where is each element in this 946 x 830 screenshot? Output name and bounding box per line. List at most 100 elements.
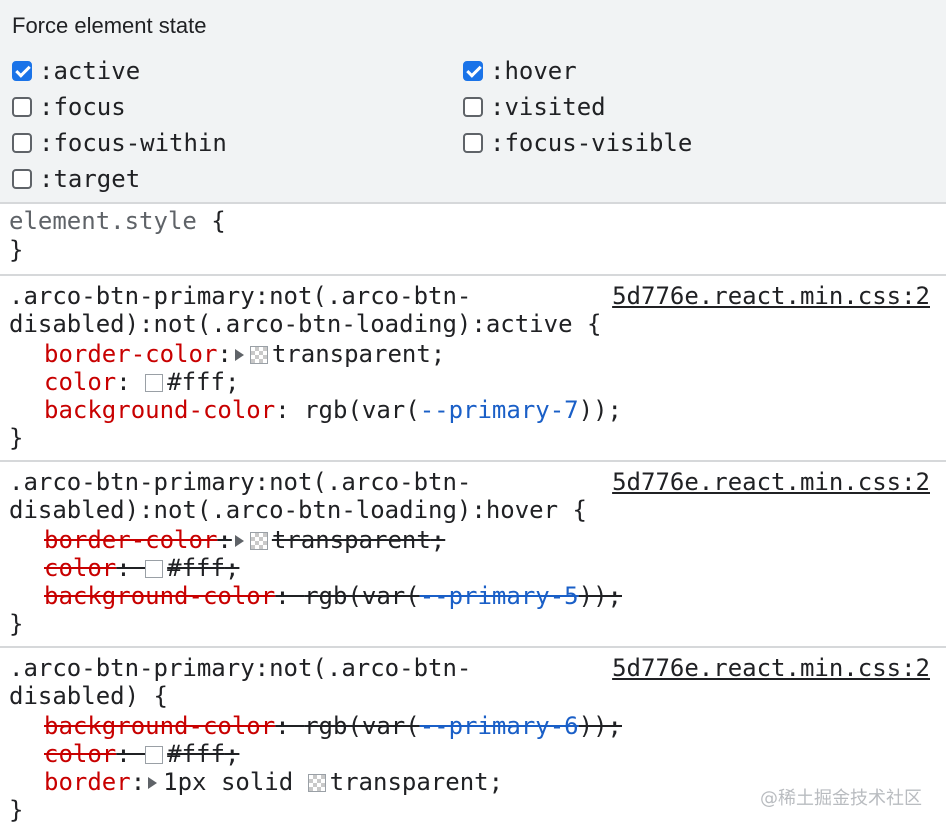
decl-value[interactable]: #fff [167, 368, 225, 396]
decl-property[interactable]: border-color [44, 526, 217, 554]
decl-property[interactable]: background-color [44, 396, 275, 424]
rule-base-source-link[interactable]: 5d776e.react.min.css:2 [612, 654, 930, 682]
decl-background-color[interactable]: background-color: rgb(var(--primary-7)); [44, 396, 622, 424]
decl-variable[interactable]: --primary-7 [420, 396, 579, 424]
decl-property[interactable]: background-color [44, 712, 275, 740]
checkbox-icon[interactable] [463, 133, 483, 153]
decl-property[interactable]: border-color [44, 340, 217, 368]
color-swatch-icon[interactable] [307, 774, 326, 792]
checkbox-checked-icon[interactable] [12, 61, 32, 81]
decl-value[interactable]: rgb(var( [304, 712, 420, 740]
force-element-state-panel: Force element state :active :hover :focu… [0, 0, 946, 204]
decl-value[interactable]: transparent [272, 526, 431, 554]
decl-colon: : [217, 526, 232, 554]
state-label: :focus [39, 93, 126, 121]
decl-property[interactable]: color [44, 554, 116, 582]
decl-colon: : [116, 740, 146, 768]
state-checkbox-visited[interactable]: :visited [463, 93, 606, 121]
watermark-text: @稀土掘金技术社区 [760, 788, 922, 809]
checkbox-icon[interactable] [12, 133, 32, 153]
state-label: :active [39, 57, 141, 85]
decl-variable[interactable]: --primary-6 [420, 712, 579, 740]
checkbox-icon[interactable] [463, 97, 483, 117]
decl-value[interactable]: rgb(var( [304, 396, 420, 424]
rule-active-source-link[interactable]: 5d776e.react.min.css:2 [612, 282, 930, 310]
state-checkbox-focus-visible[interactable]: :focus-visible [463, 129, 692, 157]
force-element-state-title: Force element state [12, 13, 207, 38]
open-brace: { [196, 207, 226, 235]
rule-hover-selector-line2[interactable]: disabled):not(.arco-btn-loading):hover { [9, 496, 587, 524]
decl-semicolon: ; [224, 554, 240, 582]
decl-semicolon: ; [430, 526, 446, 554]
section-divider [0, 274, 946, 276]
state-checkbox-target[interactable]: :target [12, 165, 140, 193]
rule-base-selector-line1[interactable]: .arco-btn-primary:not(.arco-btn- [9, 654, 471, 682]
rule-hover-source-link[interactable]: 5d776e.react.min.css:2 [612, 468, 930, 496]
decl-semicolon: ; [224, 368, 240, 396]
decl-background-color-overridden[interactable]: background-color: rgb(var(--primary-5)); [44, 582, 622, 610]
decl-value-end: )); [578, 582, 622, 610]
color-swatch-icon[interactable] [145, 746, 164, 764]
color-swatch-icon[interactable] [249, 346, 268, 364]
element-style-close-brace: } [9, 236, 24, 264]
decl-value-end: )); [578, 712, 622, 740]
decl-color-overridden[interactable]: color: #fff; [44, 740, 239, 768]
decl-color-overridden[interactable]: color: #fff; [44, 554, 239, 582]
expand-triangle-icon[interactable] [148, 777, 158, 789]
decl-variable[interactable]: --primary-5 [420, 582, 579, 610]
decl-colon: : [217, 340, 232, 368]
decl-value[interactable]: #fff [167, 740, 225, 768]
element-style-selector[interactable]: element.style [9, 207, 197, 235]
rule-close-brace: } [9, 424, 24, 452]
rule-active-selector-line1[interactable]: .arco-btn-primary:not(.arco-btn- [9, 282, 471, 310]
decl-value[interactable]: transparent [272, 340, 431, 368]
state-checkbox-active[interactable]: :active [12, 57, 140, 85]
decl-property[interactable]: background-color [44, 582, 275, 610]
state-label: :hover [490, 57, 577, 85]
decl-value[interactable]: transparent [330, 768, 489, 796]
decl-value[interactable]: #fff [167, 554, 225, 582]
color-swatch-icon[interactable] [145, 374, 164, 392]
expand-triangle-icon[interactable] [234, 349, 244, 361]
decl-property[interactable]: border [44, 768, 131, 796]
decl-color[interactable]: color: #fff; [44, 368, 239, 396]
element-style-selector-line[interactable]: element.style { [9, 207, 226, 235]
decl-background-color-overridden[interactable]: background-color: rgb(var(--primary-6)); [44, 712, 622, 740]
state-label: :visited [490, 93, 606, 121]
decl-colon: : [275, 712, 305, 740]
rule-active-selector-line2[interactable]: disabled):not(.arco-btn-loading):active … [9, 310, 601, 338]
checkbox-checked-icon[interactable] [463, 61, 483, 81]
decl-value[interactable]: rgb(var( [304, 582, 420, 610]
decl-border-color[interactable]: border-color: transparent; [44, 340, 445, 368]
state-checkbox-hover[interactable]: :hover [463, 57, 577, 85]
rule-hover-selector-line1[interactable]: .arco-btn-primary:not(.arco-btn- [9, 468, 471, 496]
decl-colon: : [116, 368, 146, 396]
state-label: :target [39, 165, 141, 193]
decl-semicolon: ; [224, 740, 240, 768]
expand-triangle-icon[interactable] [234, 535, 244, 547]
decl-colon: : [130, 768, 146, 796]
decl-property[interactable]: color [44, 368, 116, 396]
color-swatch-icon[interactable] [145, 560, 164, 578]
decl-border-color-overridden[interactable]: border-color: transparent; [44, 526, 445, 554]
decl-value-prefix[interactable]: 1px solid [163, 768, 308, 796]
decl-colon: : [275, 396, 305, 424]
section-divider [0, 646, 946, 648]
decl-semicolon: ; [430, 340, 446, 368]
checkbox-icon[interactable] [12, 97, 32, 117]
state-checkbox-focus[interactable]: :focus [12, 93, 126, 121]
state-label: :focus-visible [490, 129, 693, 157]
rule-close-brace: } [9, 610, 24, 638]
rule-base-selector-line2[interactable]: disabled) { [9, 682, 168, 710]
rule-close-brace: } [9, 796, 24, 824]
decl-colon: : [116, 554, 146, 582]
state-checkbox-focus-within[interactable]: :focus-within [12, 129, 227, 157]
checkbox-icon[interactable] [12, 169, 32, 189]
decl-semicolon: ; [488, 768, 504, 796]
decl-colon: : [275, 582, 305, 610]
decl-property[interactable]: color [44, 740, 116, 768]
decl-value-end: )); [578, 396, 622, 424]
state-label: :focus-within [39, 129, 227, 157]
decl-border[interactable]: border: 1px solid transparent; [44, 768, 503, 796]
color-swatch-icon[interactable] [249, 532, 268, 550]
